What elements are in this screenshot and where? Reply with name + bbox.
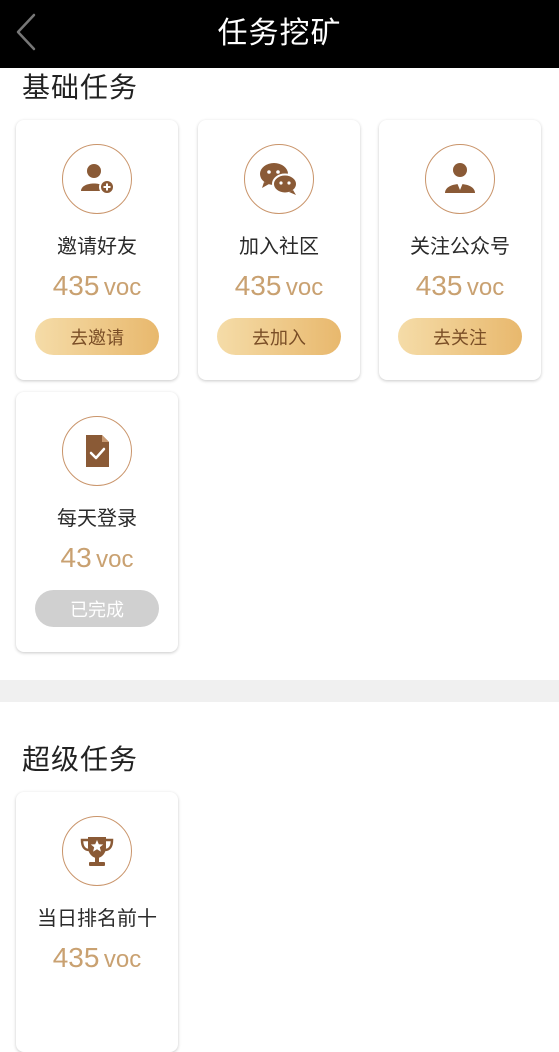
task-label: 每天登录 [57,506,137,530]
task-reward: 435 voc [16,942,178,974]
task-card-daily-login: 每天登录 43 voc 已完成 [16,392,178,652]
top-navigation-bar: 任务挖矿 [0,0,559,68]
task-label: 关注公众号 [410,234,510,258]
task-card-follow-account: 关注公众号 435 voc 去关注 [379,120,541,380]
follow-button[interactable]: 去关注 [398,318,522,355]
reward-unit: voc [103,946,142,973]
super-tasks-heading: 超级任务 [22,743,139,776]
add-user-icon [62,144,132,214]
reward-amount: 435 [234,270,282,301]
task-label: 邀请好友 [57,234,137,258]
task-card-invite-friends: 邀请好友 435 voc 去邀请 [16,120,178,380]
basic-tasks-heading: 基础任务 [22,71,139,104]
join-button[interactable]: 去加入 [217,318,341,355]
task-reward: 435 voc [379,270,541,302]
section-divider [0,680,559,702]
checked-document-icon [62,416,132,486]
reward-amount: 435 [415,270,463,301]
completed-button[interactable]: 已完成 [35,590,159,627]
reward-amount: 43 [60,542,92,573]
reward-unit: voc [466,274,505,301]
invite-button[interactable]: 去邀请 [35,318,159,355]
task-card-daily-top-ten: 当日排名前十 435 voc [16,792,178,1052]
task-label: 加入社区 [239,234,319,258]
reward-unit: voc [103,274,142,301]
page-title: 任务挖矿 [217,16,342,51]
official-account-icon [425,144,495,214]
task-reward: 43 voc [16,542,178,574]
trophy-icon [62,816,132,886]
reward-amount: 435 [52,942,100,973]
task-reward: 435 voc [16,270,178,302]
reward-unit: voc [285,274,324,301]
reward-amount: 435 [52,270,100,301]
reward-unit: voc [96,546,134,573]
task-card-join-community: 加入社区 435 voc 去加入 [198,120,360,380]
task-reward: 435 voc [198,270,360,302]
task-label: 当日排名前十 [37,906,157,930]
wechat-icon [244,144,314,214]
